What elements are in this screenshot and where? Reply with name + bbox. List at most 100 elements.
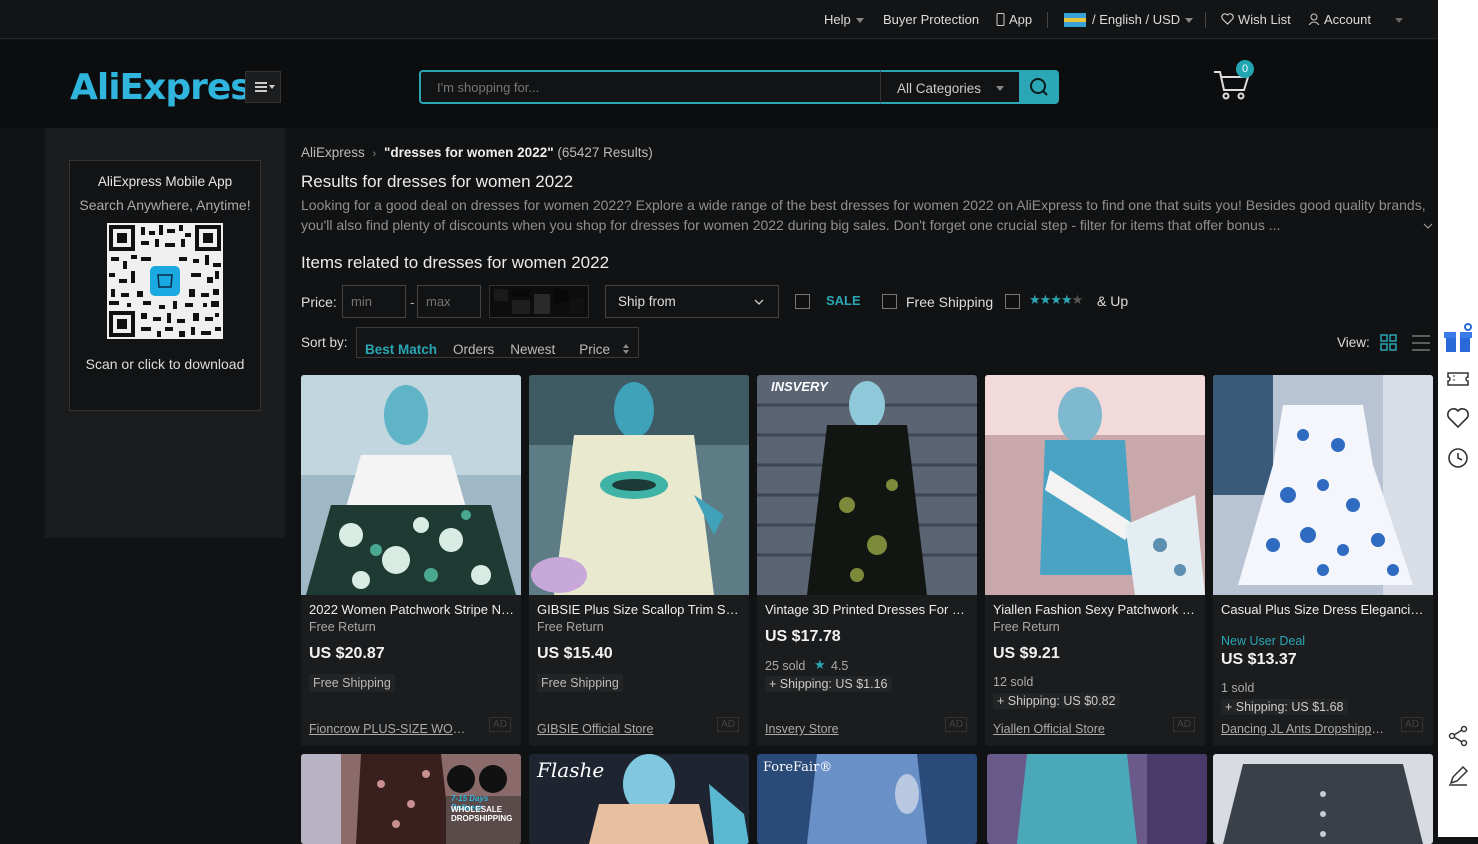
hamburger-icon bbox=[255, 82, 275, 92]
product-title[interactable]: 2022 Women Patchwork Stripe Ne... bbox=[309, 602, 515, 617]
qr-code-icon[interactable] bbox=[107, 223, 223, 339]
coupon-icon[interactable] bbox=[1446, 367, 1470, 391]
feedback-edit-icon[interactable] bbox=[1446, 764, 1470, 788]
divider bbox=[1047, 12, 1048, 28]
chevron-down-icon bbox=[996, 86, 1004, 91]
free-shipping-label: Free Shipping bbox=[906, 294, 994, 310]
category-label: All Categories bbox=[897, 81, 982, 96]
search-input[interactable] bbox=[421, 72, 881, 102]
sold-count: 12 sold bbox=[993, 675, 1034, 689]
rating-checkbox[interactable] bbox=[1005, 294, 1020, 309]
gift-icon[interactable] bbox=[1442, 322, 1474, 354]
search-description: Looking for a good deal on dresses for w… bbox=[301, 197, 1426, 233]
categories-menu-button[interactable] bbox=[245, 71, 281, 103]
sale-checkbox[interactable] bbox=[795, 294, 810, 309]
new-user-deal-label: New User Deal bbox=[1221, 634, 1306, 648]
heart-icon bbox=[1221, 13, 1234, 25]
product-image[interactable] bbox=[1213, 375, 1433, 595]
chevron-down-icon[interactable] bbox=[1390, 12, 1403, 27]
app-download-link[interactable]: Scan or click to download bbox=[70, 356, 260, 372]
product-card[interactable]: Casual Plus Size Dress Elegancia M... Ne… bbox=[1213, 375, 1433, 746]
related-items-title: Items related to dresses for women 2022 bbox=[301, 253, 610, 272]
product-card[interactable]: 7-15 Days Delivery WHOLESALE DROPSHIPPIN… bbox=[301, 754, 521, 844]
free-return-label: Free Return bbox=[309, 620, 376, 634]
brand-watermark: Flashe bbox=[537, 758, 605, 782]
store-link[interactable]: Insvery Store bbox=[765, 722, 930, 736]
buyer-protection-link[interactable]: Buyer Protection bbox=[883, 12, 979, 27]
product-image[interactable] bbox=[1213, 754, 1433, 844]
product-image[interactable] bbox=[529, 375, 749, 595]
store-link[interactable]: Fioncrow PLUS-SIZE WOME... bbox=[309, 722, 474, 736]
help-menu[interactable]: Help bbox=[824, 12, 864, 27]
product-price: US $13.37 bbox=[1221, 651, 1297, 668]
ship-from-label: Ship from bbox=[618, 294, 676, 309]
product-card[interactable]: ForeFair® bbox=[757, 754, 977, 844]
grid-view-icon[interactable] bbox=[1379, 333, 1399, 353]
price-ok-button[interactable] bbox=[489, 285, 589, 318]
star-icon: ★ bbox=[814, 657, 826, 672]
app-promo-title: AliExpress Mobile App bbox=[97, 174, 233, 189]
ad-badge: AD bbox=[489, 717, 511, 732]
sort-price-label: Price bbox=[579, 342, 611, 357]
view-label: View: bbox=[1337, 335, 1370, 350]
share-icon[interactable] bbox=[1446, 724, 1470, 748]
store-link[interactable]: GIBSIE Official Store bbox=[537, 722, 702, 736]
product-price: US $15.40 bbox=[537, 645, 613, 662]
product-title[interactable]: GIBSIE Plus Size Scallop Trim Sequi... bbox=[537, 602, 743, 617]
store-link[interactable]: Dancing JL Ants Dropshippin... bbox=[1221, 722, 1386, 736]
mobile-app-promo[interactable]: AliExpress Mobile App Search Anywhere, A… bbox=[69, 160, 261, 411]
filter-bar: Price: - Ship from SALE Free Shipping ★★… bbox=[301, 285, 1438, 318]
right-floating-toolbar bbox=[1438, 0, 1478, 837]
page-title: Results for dresses for women 2022 bbox=[301, 172, 574, 191]
aliexpress-logo[interactable]: AliExpress bbox=[70, 67, 272, 108]
sort-orders[interactable]: Orders bbox=[445, 335, 502, 364]
language-currency-selector[interactable]: / English / USD bbox=[1064, 12, 1194, 27]
category-select[interactable]: All Categories bbox=[880, 70, 1020, 104]
cart-button[interactable]: 0 bbox=[1212, 60, 1254, 102]
wishlist-link[interactable]: Wish List bbox=[1221, 12, 1291, 27]
shipping-cost: + Shipping: US $0.82 bbox=[993, 693, 1120, 709]
product-card[interactable] bbox=[1213, 754, 1433, 844]
product-card[interactable]: Yiallen Fashion Sexy Patchwork Mi... Fre… bbox=[985, 375, 1205, 746]
product-card[interactable]: 2022 Women Patchwork Stripe Ne... Free R… bbox=[301, 375, 521, 746]
breadcrumb-query: "dresses for women 2022" bbox=[383, 145, 554, 160]
help-label: Help bbox=[824, 12, 851, 27]
product-image[interactable] bbox=[985, 375, 1205, 595]
list-view-icon[interactable] bbox=[1411, 333, 1431, 353]
sort-newest[interactable]: Newest bbox=[502, 335, 563, 364]
product-title[interactable]: Casual Plus Size Dress Elegancia M... bbox=[1221, 602, 1427, 617]
search-icon bbox=[1030, 78, 1048, 96]
app-promo-subtitle: Search Anywhere, Anytime! bbox=[79, 197, 251, 213]
price-max-input[interactable] bbox=[417, 285, 481, 318]
rating-value: 4.5 bbox=[831, 659, 849, 673]
history-icon[interactable] bbox=[1446, 446, 1470, 470]
sort-bar: Sort by: Best Match Orders Newest Price Vie… bbox=[301, 327, 1438, 359]
search-button[interactable] bbox=[1019, 70, 1059, 104]
language-label: / English / USD bbox=[1092, 12, 1181, 27]
app-link[interactable]: App bbox=[996, 12, 1032, 27]
star-rating-icon: ★★★★★ bbox=[1029, 292, 1083, 307]
expand-description-icon[interactable] bbox=[1423, 217, 1433, 235]
heart-icon[interactable] bbox=[1446, 406, 1470, 430]
sort-best-match[interactable]: Best Match bbox=[357, 335, 445, 364]
ad-badge: AD bbox=[1401, 717, 1423, 732]
product-card[interactable]: GIBSIE Plus Size Scallop Trim Sequi... F… bbox=[529, 375, 749, 746]
product-price: US $17.78 bbox=[765, 628, 841, 645]
sort-price[interactable]: Price bbox=[563, 328, 638, 371]
breadcrumb-root-link[interactable]: AliExpress bbox=[301, 145, 365, 160]
search-box bbox=[419, 70, 881, 104]
product-image[interactable]: INSVERY bbox=[757, 375, 977, 595]
product-image[interactable] bbox=[987, 754, 1207, 844]
price-min-input[interactable] bbox=[342, 285, 406, 318]
ship-from-select[interactable]: Ship from bbox=[605, 285, 779, 318]
product-card[interactable] bbox=[987, 754, 1207, 844]
product-title[interactable]: Vintage 3D Printed Dresses For W... bbox=[765, 602, 971, 617]
product-card[interactable]: Flashe bbox=[529, 754, 749, 844]
product-title[interactable]: Yiallen Fashion Sexy Patchwork Mi... bbox=[993, 602, 1199, 617]
free-shipping-checkbox[interactable] bbox=[882, 294, 897, 309]
product-card[interactable]: INSVERY Vintage 3D Printed Dresses For W… bbox=[757, 375, 977, 746]
account-menu[interactable]: Account bbox=[1308, 12, 1371, 27]
product-image[interactable] bbox=[301, 375, 521, 595]
sold-count: 1 sold bbox=[1221, 681, 1255, 695]
store-link[interactable]: Yiallen Official Store bbox=[993, 722, 1158, 736]
